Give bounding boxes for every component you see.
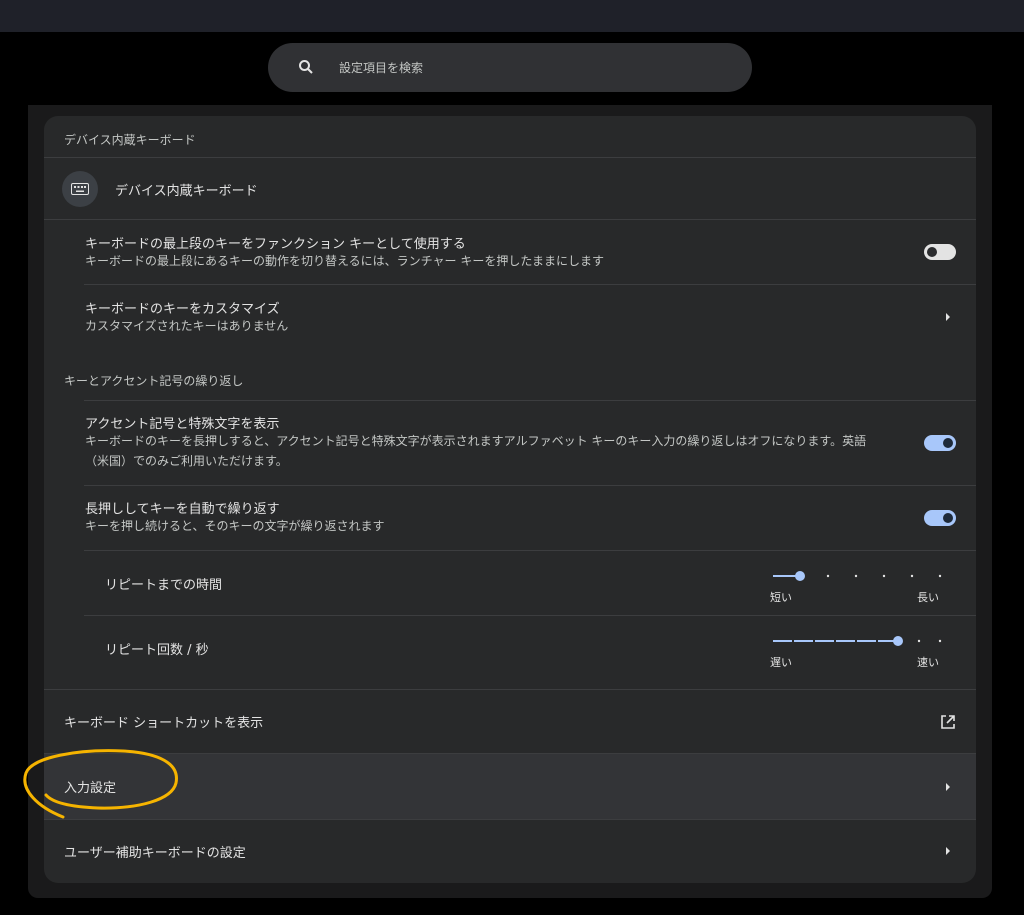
chevron-right-icon bbox=[946, 783, 950, 791]
search-input[interactable]: 設定項目を検索 bbox=[339, 59, 423, 76]
builtin-keyboard-section-title: デバイス内蔵キーボード bbox=[64, 133, 196, 147]
open-external-icon bbox=[941, 715, 955, 729]
slider-tick bbox=[854, 574, 858, 578]
slider-tick bbox=[917, 639, 921, 643]
divider bbox=[44, 689, 976, 690]
keyboard-settings-card: デバイス内蔵キーボード デバイス内蔵キーボード キーボードの最上段のキーをファン… bbox=[44, 116, 976, 883]
slider-tick bbox=[826, 574, 830, 578]
search-icon bbox=[299, 60, 313, 74]
top-row-function-keys-toggle[interactable] bbox=[924, 244, 956, 260]
accent-marks-title: アクセント記号と特殊文字を表示 bbox=[85, 417, 280, 432]
repeat-rate-slider[interactable] bbox=[770, 634, 942, 648]
divider bbox=[84, 284, 976, 285]
keyboard-device-avatar bbox=[62, 171, 98, 207]
repeat-delay-min-label: 短い bbox=[770, 591, 792, 604]
repeat-rate-max-label: 速い bbox=[917, 656, 939, 669]
divider bbox=[44, 157, 976, 158]
customize-keys-title: キーボードのキーをカスタマイズ bbox=[85, 302, 280, 317]
slider-knob bbox=[795, 571, 805, 581]
top-row-function-keys-subtitle: キーボードの最上段にあるキーの動作を切り替えるには、ランチャー キーを押したまま… bbox=[85, 254, 604, 268]
customize-keys-subtitle: カスタマイズされたキーはありません bbox=[85, 319, 289, 333]
repeat-rate-min-label: 遅い bbox=[770, 656, 792, 669]
repeat-delay-max-label: 長い bbox=[917, 591, 939, 604]
search-bar[interactable]: 設定項目を検索 bbox=[268, 43, 752, 92]
divider bbox=[44, 219, 976, 220]
accessibility-keyboard-title: ユーザー補助キーボードの設定 bbox=[64, 846, 246, 861]
divider bbox=[84, 400, 976, 401]
auto-repeat-toggle[interactable] bbox=[924, 510, 956, 526]
slider-tick bbox=[938, 574, 942, 578]
repeat-delay-slider[interactable] bbox=[770, 569, 942, 583]
repeat-rate-title: リピート回数 / 秒 bbox=[105, 643, 209, 658]
top-row-function-keys-title: キーボードの最上段のキーをファンクション キーとして使用する bbox=[85, 237, 466, 252]
slider-knob bbox=[893, 636, 903, 646]
accent-marks-toggle[interactable] bbox=[924, 435, 956, 451]
input-settings-title: 入力設定 bbox=[64, 781, 117, 796]
slider-tick bbox=[882, 574, 886, 578]
chevron-right-icon bbox=[946, 847, 950, 855]
auto-repeat-subtitle: キーを押し続けると、そのキーの文字が繰り返されます bbox=[85, 519, 385, 533]
slider-tick bbox=[910, 574, 914, 578]
divider bbox=[84, 550, 976, 551]
keyboard-shortcuts-title: キーボード ショートカットを表示 bbox=[64, 716, 264, 731]
repeat-section-title: キーとアクセント記号の繰り返し bbox=[64, 374, 244, 388]
chevron-right-icon bbox=[946, 313, 950, 321]
accent-marks-subtitle: キーボードのキーを長押しすると、アクセント記号と特殊文字が表示されますアルファベ… bbox=[85, 434, 867, 468]
divider bbox=[84, 485, 976, 486]
top-bar bbox=[0, 0, 1024, 32]
input-settings-row[interactable]: 入力設定 bbox=[44, 754, 976, 819]
keyboard-icon bbox=[71, 183, 89, 195]
divider bbox=[84, 615, 976, 616]
divider bbox=[44, 819, 976, 820]
repeat-delay-title: リピートまでの時間 bbox=[105, 578, 223, 593]
auto-repeat-title: 長押ししてキーを自動で繰り返す bbox=[85, 502, 280, 517]
slider-tick bbox=[938, 639, 942, 643]
keyboard-device-name: デバイス内蔵キーボード bbox=[115, 184, 258, 199]
